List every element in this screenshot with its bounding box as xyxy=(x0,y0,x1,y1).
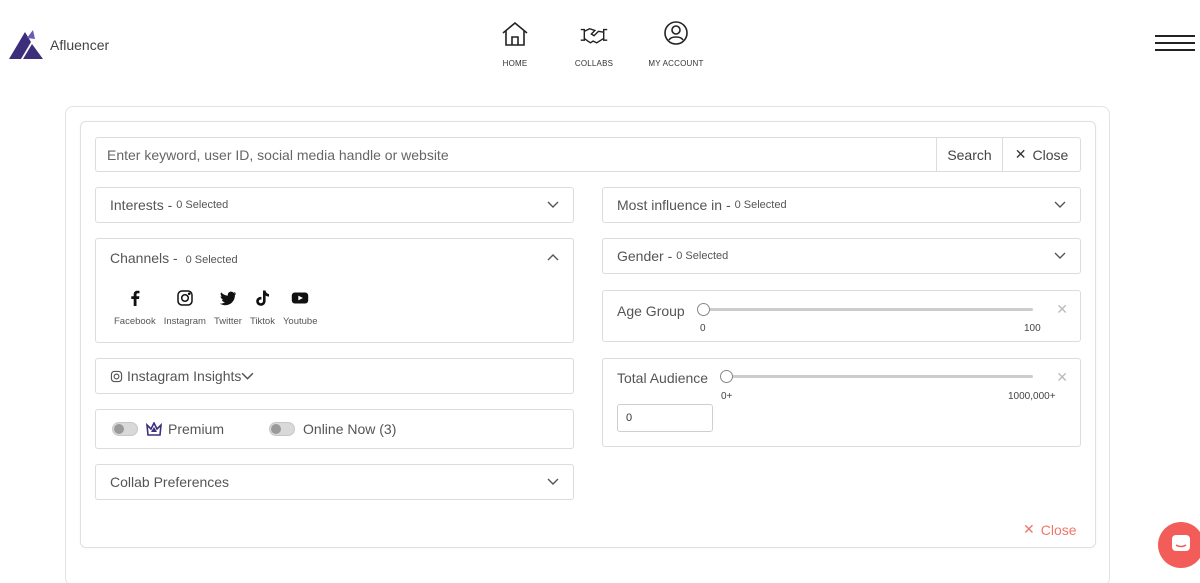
channel-tiktok[interactable]: Tiktok xyxy=(250,289,275,327)
nav-my-account-label: MY ACCOUNT xyxy=(648,59,704,68)
instagram-insights-label: Instagram Insights xyxy=(127,368,242,384)
age-group-min: 0 xyxy=(700,323,706,334)
instagram-insights-dropdown[interactable]: Instagram Insights xyxy=(95,358,574,394)
nav-home[interactable]: HOME xyxy=(490,20,540,68)
channel-tiktok-label: Tiktok xyxy=(249,316,275,327)
channels-panel: Channels - 0 Selected Facebook Instagram… xyxy=(95,238,574,343)
channels-count: 0 Selected xyxy=(185,254,238,266)
toggles-row: Premium Online Now (3) xyxy=(95,409,574,449)
twitter-icon xyxy=(219,291,237,306)
interests-dropdown[interactable]: Interests - 0 Selected xyxy=(95,187,574,223)
channel-facebook[interactable]: Facebook xyxy=(114,289,156,327)
panel-close-label: Close xyxy=(1040,521,1077,538)
search-close-button[interactable]: ✕ Close xyxy=(1002,138,1080,171)
interests-label: Interests - xyxy=(110,197,173,213)
channel-youtube-label: Youtube xyxy=(282,316,318,327)
channel-instagram-label: Instagram xyxy=(163,316,206,327)
close-icon: ✕ xyxy=(1023,521,1035,537)
top-nav: HOME COLLABS MY ACCOUNT xyxy=(490,20,704,68)
nav-collabs-label: COLLABS xyxy=(574,59,614,68)
home-icon xyxy=(502,21,528,46)
gender-count: 0 Selected xyxy=(676,250,729,262)
interests-count: 0 Selected xyxy=(176,199,229,211)
total-audience-label: Total Audience xyxy=(617,370,709,386)
chevron-down-icon xyxy=(547,478,559,485)
collab-preferences-label: Collab Preferences xyxy=(110,474,230,490)
channels-list: Facebook Instagram Twitter Tiktok Youtub… xyxy=(114,289,325,327)
afluencer-logo-icon xyxy=(9,30,43,59)
channel-youtube[interactable]: Youtube xyxy=(282,289,318,327)
most-influence-label: Most influence in - xyxy=(617,197,731,213)
total-audience-input[interactable] xyxy=(617,404,713,432)
youtube-icon xyxy=(292,292,309,304)
user-circle-icon xyxy=(664,21,688,45)
chevron-down-icon xyxy=(1054,252,1066,259)
tiktok-icon xyxy=(256,290,270,306)
search-close-label: Close xyxy=(1032,146,1069,163)
facebook-icon xyxy=(131,290,140,306)
most-influence-count: 0 Selected xyxy=(734,199,787,211)
channel-twitter[interactable]: Twitter xyxy=(214,289,242,327)
age-group-slider-thumb[interactable] xyxy=(697,303,710,316)
age-group-clear-icon[interactable]: ✕ xyxy=(1056,301,1068,318)
chevron-up-icon[interactable] xyxy=(547,253,559,261)
chevron-down-icon xyxy=(241,372,254,380)
search-button[interactable]: Search xyxy=(936,138,1002,171)
channels-label: Channels - xyxy=(110,250,178,266)
instagram-icon xyxy=(110,370,123,382)
total-audience-max: 1000,000+ xyxy=(1008,391,1056,402)
channel-instagram[interactable]: Instagram xyxy=(164,289,206,327)
chat-launcher-button[interactable] xyxy=(1158,522,1200,568)
total-audience-slider-thumb[interactable] xyxy=(720,370,733,383)
chevron-down-icon xyxy=(1054,201,1066,208)
total-audience-slider-track[interactable] xyxy=(727,375,1033,378)
age-group-filter: Age Group 0 100 ✕ xyxy=(602,290,1081,342)
chevron-down-icon xyxy=(547,201,559,208)
channel-facebook-label: Facebook xyxy=(114,316,156,327)
nav-home-label: HOME xyxy=(502,59,528,68)
channels-header[interactable]: Channels - 0 Selected xyxy=(110,250,238,266)
search-input[interactable] xyxy=(96,138,936,171)
premium-label: Premium xyxy=(168,421,225,437)
channel-twitter-label: Twitter xyxy=(213,316,242,327)
online-now-label: Online Now (3) xyxy=(303,421,397,437)
nav-collabs[interactable]: COLLABS xyxy=(540,20,648,68)
panel-close-button[interactable]: ✕ Close xyxy=(1023,521,1077,538)
total-audience-min: 0+ xyxy=(721,391,733,402)
search-button-label: Search xyxy=(947,146,992,163)
chat-icon xyxy=(1172,535,1190,551)
gender-dropdown[interactable]: Gender - 0 Selected xyxy=(602,238,1081,274)
total-audience-filter: Total Audience 0+ 1000,000+ ✕ xyxy=(602,358,1081,447)
age-group-label: Age Group xyxy=(617,303,685,319)
age-group-max: 100 xyxy=(1024,323,1041,334)
most-influence-dropdown[interactable]: Most influence in - 0 Selected xyxy=(602,187,1081,223)
premium-crown-icon xyxy=(146,422,162,436)
close-icon: ✕ xyxy=(1014,146,1027,162)
collab-preferences-dropdown[interactable]: Collab Preferences xyxy=(95,464,574,500)
handshake-icon xyxy=(580,27,608,44)
brand-name: Afluencer xyxy=(50,37,110,53)
search-bar: Search ✕ Close xyxy=(95,137,1081,172)
premium-toggle[interactable] xyxy=(112,422,138,436)
online-now-toggle[interactable] xyxy=(269,422,296,436)
instagram-icon xyxy=(177,290,193,306)
total-audience-clear-icon[interactable]: ✕ xyxy=(1056,369,1068,386)
nav-my-account[interactable]: MY ACCOUNT xyxy=(648,20,704,68)
menu-hamburger-icon[interactable] xyxy=(1155,35,1195,55)
age-group-slider-track[interactable] xyxy=(703,308,1033,311)
brand-logo[interactable]: Afluencer xyxy=(9,30,109,60)
gender-label: Gender - xyxy=(617,248,673,264)
